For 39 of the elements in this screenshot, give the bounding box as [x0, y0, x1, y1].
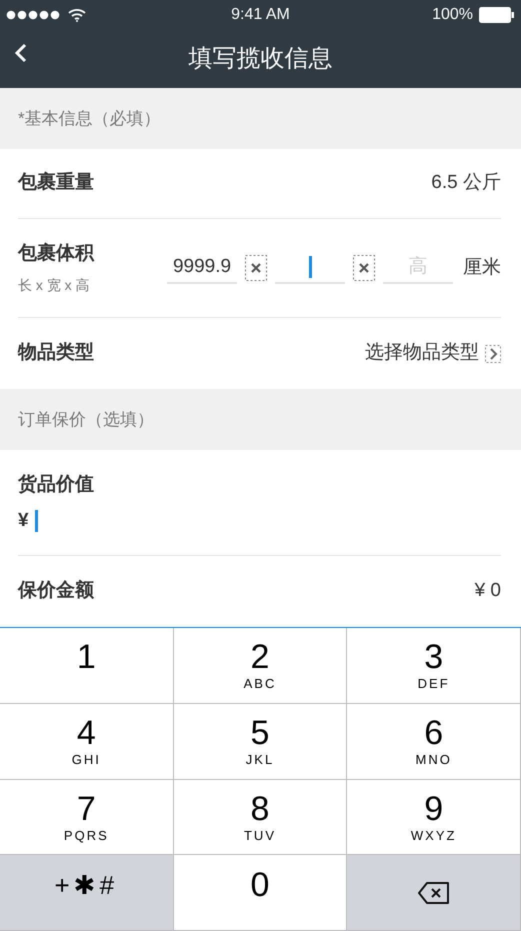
- battery-percent: 100%: [432, 5, 473, 25]
- page-title: 填写揽收信息: [188, 44, 332, 74]
- keypad-key[interactable]: 3 DEF: [347, 628, 521, 704]
- keypad-key[interactable]: 0: [174, 855, 348, 931]
- keypad-key[interactable]: 7 PQRS: [0, 780, 174, 856]
- backspace-icon: [416, 880, 451, 905]
- unit-label: 厘米: [463, 256, 501, 280]
- text-cursor: [34, 510, 38, 532]
- text-cursor: [308, 256, 312, 278]
- battery-icon: [478, 7, 515, 23]
- wifi-icon: [68, 8, 86, 22]
- type-picker[interactable]: 选择物品类型: [365, 339, 501, 368]
- field-label: 保价金额: [18, 578, 94, 603]
- keypad-key[interactable]: 4 GHI: [0, 704, 174, 780]
- keypad-key[interactable]: 8 TUV: [174, 780, 348, 856]
- keypad-key[interactable]: 1: [0, 628, 174, 704]
- field-label: 包裹重量: [18, 170, 94, 196]
- field-value: ¥ 0: [474, 578, 501, 603]
- field-label: 货品价值: [18, 473, 95, 498]
- back-button[interactable]: [14, 42, 28, 64]
- field-value: 6.5 公斤: [431, 171, 501, 196]
- keypad-key[interactable]: 2 ABC: [174, 628, 348, 704]
- keypad-key[interactable]: 5 JKL: [174, 704, 348, 780]
- field-label: 物品类型: [18, 341, 94, 366]
- field-label: 包裹体积: [18, 242, 94, 266]
- signal-icon: [6, 10, 62, 20]
- field-hint: 长 x 宽 x 高: [18, 276, 91, 295]
- back-icon: [14, 42, 28, 64]
- section-header: 订单保价（选填）: [18, 408, 154, 431]
- status-time: 9:41 AM: [231, 5, 290, 25]
- keypad-key[interactable]: 9 WXYZ: [347, 780, 521, 856]
- section-header: *基本信息（必填）: [18, 108, 161, 130]
- close-icon[interactable]: [245, 255, 267, 281]
- close-icon[interactable]: [353, 255, 375, 281]
- chevron-right-icon: [485, 344, 501, 362]
- value-input[interactable]: ¥: [18, 508, 501, 534]
- dimension-field[interactable]: 9999.9: [167, 252, 237, 284]
- keypad-key[interactable]: 6 MNO: [347, 704, 521, 780]
- symbols-key[interactable]: +✱#: [0, 855, 174, 931]
